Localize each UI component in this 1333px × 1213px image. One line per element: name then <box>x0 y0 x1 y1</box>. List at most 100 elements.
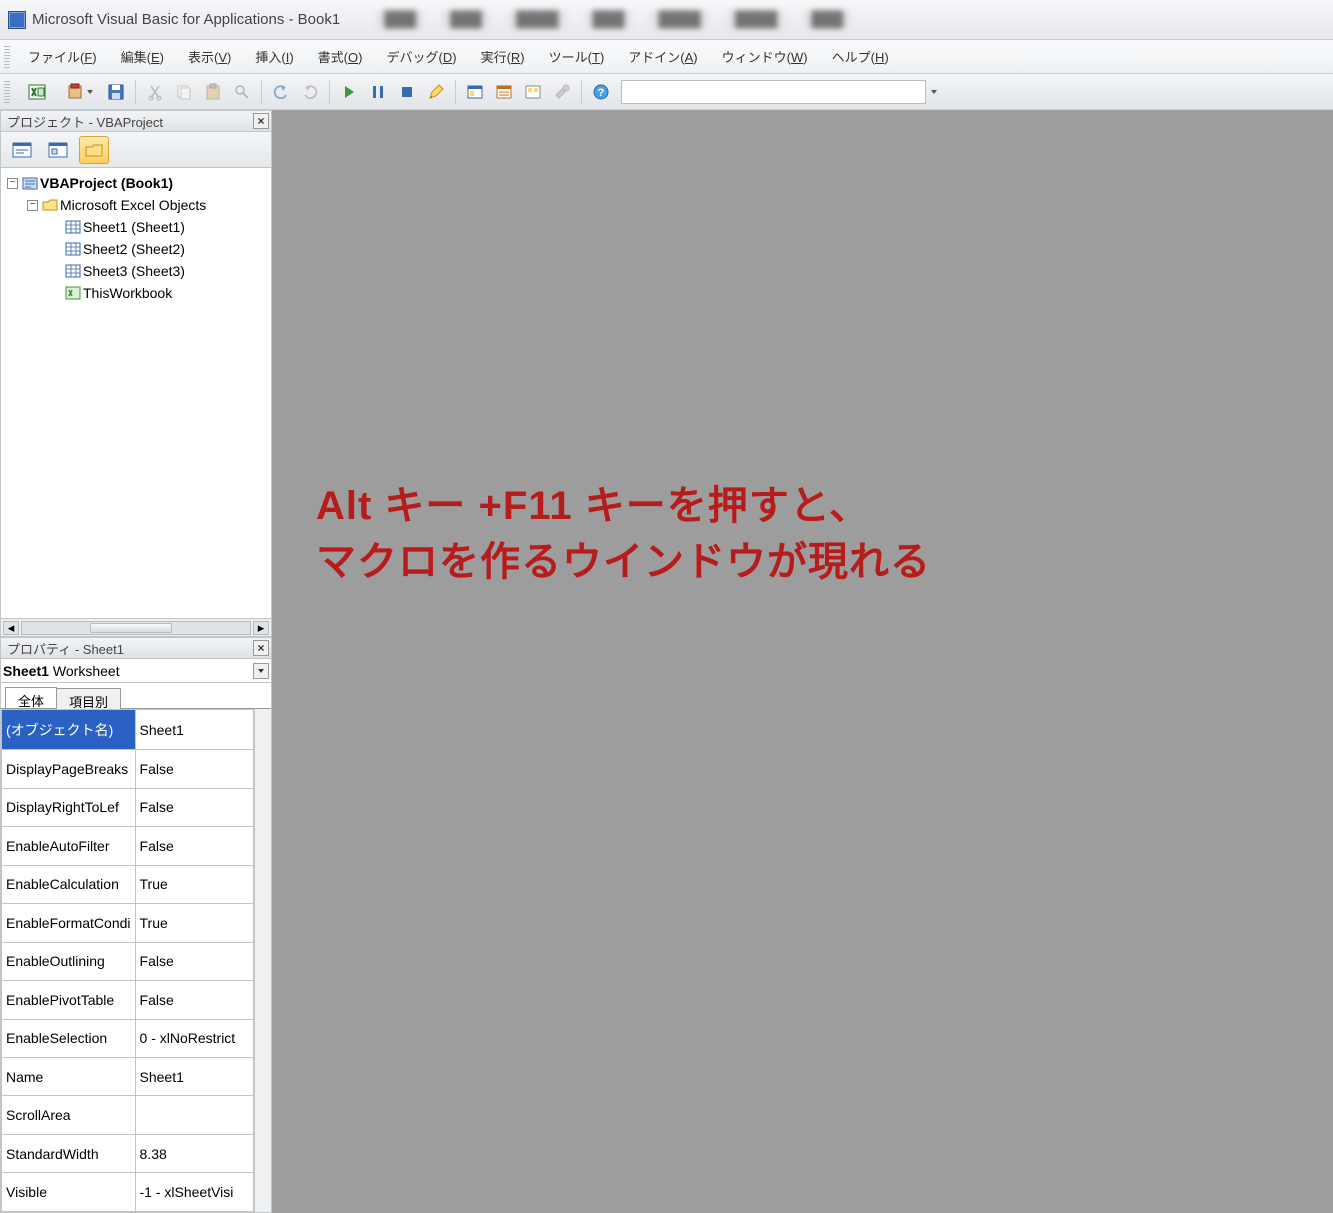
property-row[interactable]: EnableOutliningFalse <box>2 942 254 980</box>
property-row[interactable]: DisplayRightToLefFalse <box>2 788 254 826</box>
redo-button[interactable] <box>297 79 323 105</box>
property-name: (オブジェクト名) <box>2 710 136 750</box>
property-row[interactable]: NameSheet1 <box>2 1057 254 1095</box>
property-value[interactable]: False <box>135 942 254 980</box>
property-value[interactable]: False <box>135 981 254 1019</box>
object-name: Sheet1 <box>3 663 49 679</box>
toolbar-grip[interactable] <box>4 46 10 68</box>
property-value[interactable] <box>135 1096 254 1134</box>
break-button[interactable] <box>365 79 391 105</box>
copy-button[interactable] <box>171 79 197 105</box>
properties-grid[interactable]: (オブジェクト名)Sheet1DisplayPageBreaksFalseDis… <box>1 709 271 1212</box>
find-button[interactable] <box>229 79 255 105</box>
menu-r[interactable]: 実行(R) <box>469 43 537 70</box>
properties-vscrollbar[interactable] <box>254 709 271 1212</box>
property-value[interactable]: False <box>135 750 254 788</box>
property-value[interactable]: False <box>135 788 254 826</box>
scroll-right-arrow[interactable]: ▸ <box>253 621 269 635</box>
blurred-background-tabs: ████████████████████████ <box>376 9 1325 31</box>
view-excel-button[interactable] <box>17 79 57 105</box>
tree-item[interactable]: ThisWorkbook <box>3 282 269 304</box>
property-row[interactable]: Visible-1 - xlSheetVisi <box>2 1173 254 1212</box>
paste-button[interactable] <box>200 79 226 105</box>
object-dropdown-arrow[interactable] <box>253 663 269 679</box>
menu-d[interactable]: デバッグ(D) <box>374 43 468 70</box>
tab-alphabetic[interactable]: 全体 <box>5 687 57 708</box>
property-row[interactable]: ScrollArea <box>2 1096 254 1134</box>
property-row[interactable]: EnableSelection0 - xlNoRestrict <box>2 1019 254 1057</box>
project-explorer-header: プロジェクト - VBAProject × <box>0 110 272 132</box>
cut-button[interactable] <box>142 79 168 105</box>
properties-title: プロパティ - Sheet1 <box>7 639 124 658</box>
property-row[interactable]: DisplayPageBreaksFalse <box>2 750 254 788</box>
help-button[interactable]: ? <box>588 79 614 105</box>
tree-item[interactable]: Sheet2 (Sheet2) <box>3 238 269 260</box>
object-browser-button[interactable] <box>520 79 546 105</box>
property-value[interactable]: 8.38 <box>135 1134 254 1172</box>
view-object-button[interactable] <box>43 136 73 164</box>
menu-h[interactable]: ヘルプ(H) <box>820 43 901 70</box>
object-type: Worksheet <box>53 663 120 679</box>
tree-item[interactable]: Sheet1 (Sheet1) <box>3 216 269 238</box>
menu-a[interactable]: アドイン(A) <box>616 43 709 70</box>
close-project-explorer-button[interactable]: × <box>253 113 269 129</box>
tree-item[interactable]: Sheet3 (Sheet3) <box>3 260 269 282</box>
toggle-folders-button[interactable] <box>79 136 109 164</box>
property-value[interactable]: Sheet1 <box>135 1057 254 1095</box>
property-value[interactable]: True <box>135 904 254 942</box>
search-dropdown-arrow[interactable] <box>929 80 939 104</box>
properties-window-button[interactable] <box>491 79 517 105</box>
search-input[interactable] <box>621 80 926 104</box>
scroll-thumb[interactable] <box>21 621 251 635</box>
property-row[interactable]: StandardWidth8.38 <box>2 1134 254 1172</box>
collapse-icon[interactable]: − <box>27 200 38 211</box>
title-bar: Microsoft Visual Basic for Applications … <box>0 0 1333 40</box>
property-row[interactable]: EnableAutoFilterFalse <box>2 827 254 865</box>
menu-f[interactable]: ファイル(F) <box>16 43 109 70</box>
view-code-button[interactable] <box>7 136 37 164</box>
property-name: StandardWidth <box>2 1134 136 1172</box>
project-explorer-title: プロジェクト - VBAProject <box>7 112 163 131</box>
tab-categorized[interactable]: 項目別 <box>56 688 121 709</box>
property-name: EnableOutlining <box>2 942 136 980</box>
reset-button[interactable] <box>394 79 420 105</box>
property-value[interactable]: Sheet1 <box>135 710 254 750</box>
property-value[interactable]: 0 - xlNoRestrict <box>135 1019 254 1057</box>
project-tree[interactable]: − VBAProject (Book1) − Microsoft Excel O… <box>1 168 271 618</box>
property-row[interactable]: EnableFormatCondiTrue <box>2 904 254 942</box>
property-name: EnableFormatCondi <box>2 904 136 942</box>
property-value[interactable]: -1 - xlSheetVisi <box>135 1173 254 1212</box>
tree-root[interactable]: − VBAProject (Book1) <box>3 172 269 194</box>
design-mode-button[interactable] <box>423 79 449 105</box>
toolbox-button[interactable] <box>549 79 575 105</box>
property-name: EnableCalculation <box>2 865 136 903</box>
property-name: Name <box>2 1057 136 1095</box>
property-row[interactable]: EnableCalculationTrue <box>2 865 254 903</box>
menu-o[interactable]: 書式(O) <box>306 43 375 70</box>
menu-i[interactable]: 挿入(I) <box>243 43 305 70</box>
menu-w[interactable]: ウィンドウ(W) <box>710 43 820 70</box>
run-button[interactable] <box>336 79 362 105</box>
property-row[interactable]: (オブジェクト名)Sheet1 <box>2 710 254 750</box>
menu-v[interactable]: 表示(V) <box>176 43 243 70</box>
toolbar-grip[interactable] <box>4 81 10 103</box>
menu-t[interactable]: ツール(T) <box>537 43 617 70</box>
property-value[interactable]: True <box>135 865 254 903</box>
window-title: Microsoft Visual Basic for Applications … <box>32 11 340 28</box>
scroll-left-arrow[interactable]: ◂ <box>3 621 19 635</box>
property-name: DisplayRightToLef <box>2 788 136 826</box>
properties-object-selector[interactable]: Sheet1 Worksheet <box>1 659 271 683</box>
property-value[interactable]: False <box>135 827 254 865</box>
property-name: EnableSelection <box>2 1019 136 1057</box>
insert-item-dropdown[interactable] <box>60 79 100 105</box>
tree-folder[interactable]: − Microsoft Excel Objects <box>3 194 269 216</box>
menu-e[interactable]: 編集(E) <box>109 43 176 70</box>
project-explorer-button[interactable] <box>462 79 488 105</box>
project-hscrollbar[interactable]: ◂ ▸ <box>1 618 271 636</box>
collapse-icon[interactable]: − <box>7 178 18 189</box>
property-name: DisplayPageBreaks <box>2 750 136 788</box>
close-properties-button[interactable]: × <box>253 640 269 656</box>
property-row[interactable]: EnablePivotTableFalse <box>2 981 254 1019</box>
undo-button[interactable] <box>268 79 294 105</box>
save-button[interactable] <box>103 79 129 105</box>
